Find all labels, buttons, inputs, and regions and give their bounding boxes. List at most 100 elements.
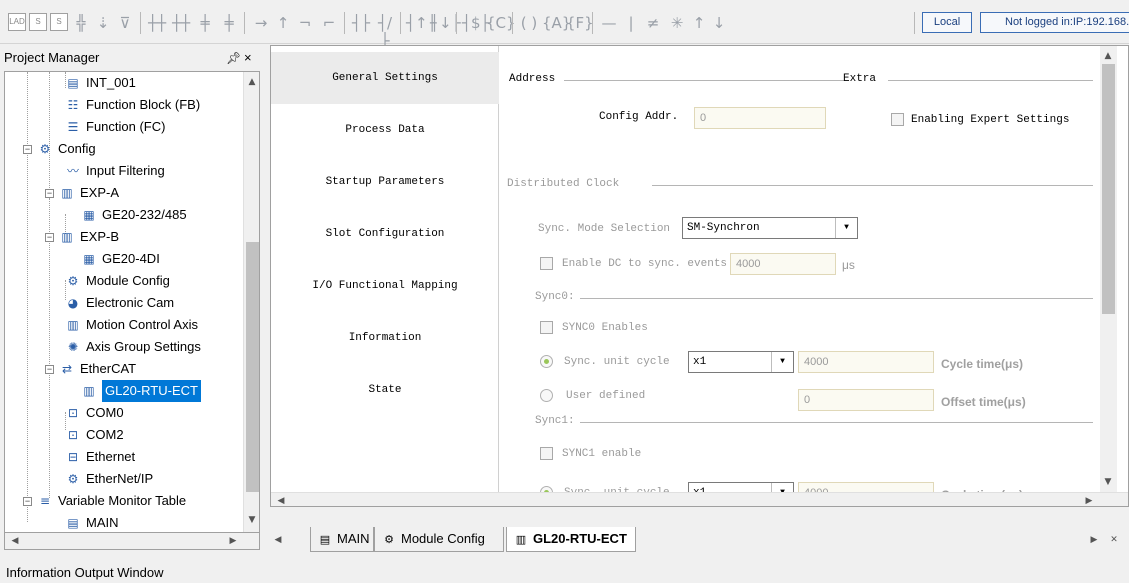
tab-module-config[interactable]: ⚙ Module Config xyxy=(374,527,504,552)
down-arrow-icon[interactable]: ↓ xyxy=(710,14,728,32)
ladder-icon[interactable]: LAD xyxy=(8,13,26,31)
tab-main[interactable]: ▤ MAIN xyxy=(310,527,374,552)
scroll-left-icon[interactable]: ◀ xyxy=(273,493,289,506)
falling-edge-icon[interactable]: ┤↓├ xyxy=(430,14,461,32)
nav-state[interactable]: State xyxy=(271,364,499,416)
tab-menu-icon[interactable]: ▶ xyxy=(1086,532,1102,548)
user-defined-radio[interactable] xyxy=(540,389,553,402)
nav-startup-parameters[interactable]: Startup Parameters xyxy=(271,156,499,208)
enable-dc-field[interactable]: 4000 xyxy=(730,253,836,275)
up-arrow-icon[interactable]: ↑ xyxy=(690,14,708,32)
parallel4-icon[interactable]: ╪ xyxy=(218,14,240,32)
config-addr-field[interactable]: 0 xyxy=(694,107,826,129)
tree-scroll-thumb[interactable] xyxy=(246,242,259,492)
scroll-right-icon[interactable]: ▶ xyxy=(1081,493,1097,506)
coil-icon[interactable]: ⇣ xyxy=(94,14,112,32)
scroll-up-icon[interactable]: ▲ xyxy=(244,74,259,90)
expert-settings-checkbox[interactable] xyxy=(891,113,904,126)
enable-dc-checkbox[interactable] xyxy=(540,257,553,270)
sync1-enable-checkbox[interactable] xyxy=(540,447,553,460)
sync0-multiplier-select[interactable]: x1 ▼ xyxy=(688,351,794,373)
scroll-left-icon[interactable]: ◀ xyxy=(7,533,23,549)
stl-icon[interactable]: S xyxy=(29,13,47,31)
tree-item-ge20-4di[interactable]: ▦ GE20-4DI xyxy=(81,248,159,270)
tree-item-com0[interactable]: ⊡ COM0 xyxy=(65,402,124,424)
cross-icon[interactable]: ✳ xyxy=(666,14,688,32)
pulse-icon[interactable]: ┤$├ xyxy=(462,14,490,32)
tree-item-main-table[interactable]: ▤ MAIN xyxy=(65,512,118,532)
tree-item-com2[interactable]: ⊡ COM2 xyxy=(65,424,124,446)
pin-icon[interactable]: 📌︎ xyxy=(226,45,241,71)
tree-item-config[interactable]: − ⚙ Config xyxy=(23,138,96,160)
tree-item-ethernet[interactable]: ⊟ Ethernet xyxy=(65,446,135,468)
nav-information[interactable]: Information xyxy=(271,312,499,364)
collapse-icon[interactable]: − xyxy=(45,364,54,374)
inst-f-icon[interactable]: {F} xyxy=(566,14,594,32)
sync0-unit-cycle-radio[interactable] xyxy=(540,355,553,368)
config-horizontal-scrollbar[interactable]: ◀ ▶ xyxy=(271,492,1128,506)
tree-item-input-filtering[interactable]: 〰 Input Filtering xyxy=(65,160,165,182)
sync0-cycle-time-label: Cycle time(μs) xyxy=(941,357,1024,371)
branch-end-icon[interactable]: ⌐ xyxy=(318,14,340,32)
nc-contact-icon[interactable]: ┤/├ xyxy=(374,14,396,50)
contact-icon[interactable]: ╬ xyxy=(72,14,90,32)
parallel2-icon[interactable]: ┼┼ xyxy=(170,14,192,32)
tree-item-axis-group-settings[interactable]: ✺ Axis Group Settings xyxy=(65,336,201,358)
collapse-icon[interactable]: − xyxy=(45,232,54,242)
tree-item-motion-control-axis[interactable]: ▥ Motion Control Axis xyxy=(65,314,198,336)
rising-edge-icon[interactable]: ┤↑├ xyxy=(406,14,437,32)
hline-icon[interactable]: → xyxy=(250,14,272,32)
config-vertical-scrollbar[interactable]: ▲ ▼ xyxy=(1100,46,1117,492)
tree-item-ethercat[interactable]: − ⇄ EtherCAT xyxy=(45,358,136,380)
sfc-icon[interactable]: S xyxy=(50,13,68,31)
tree-item-function[interactable]: ☰ Function (FC) xyxy=(65,116,166,138)
scroll-down-icon[interactable]: ▼ xyxy=(244,512,259,528)
collapse-icon[interactable]: − xyxy=(45,188,54,198)
offset-field[interactable]: 0 xyxy=(798,389,934,411)
tree-vertical-scrollbar[interactable]: ▲ ▼ xyxy=(243,72,259,532)
tree-item-electronic-cam[interactable]: ◕ Electronic Cam xyxy=(65,292,174,314)
parallel3-icon[interactable]: ╪ xyxy=(194,14,216,32)
hline2-icon[interactable]: — xyxy=(598,14,620,32)
tab-close-icon[interactable]: ✕ xyxy=(1106,532,1122,548)
tree-item-variable-monitor-table[interactable]: − ≡ Variable Monitor Table xyxy=(23,490,186,512)
sync-mode-select[interactable]: SM-Synchron ▼ xyxy=(682,217,858,239)
scroll-up-icon[interactable]: ▲ xyxy=(1100,48,1116,64)
ne-icon[interactable]: ≠ xyxy=(642,14,664,32)
tree-item-exp-b[interactable]: − ▥ EXP-B xyxy=(45,226,119,248)
collapse-icon[interactable]: − xyxy=(23,496,32,506)
no-contact-icon[interactable]: ┤├ xyxy=(350,14,372,32)
branch-icon[interactable]: ¬ xyxy=(294,14,316,32)
nav-slot-configuration[interactable]: Slot Configuration xyxy=(271,208,499,260)
scroll-right-icon[interactable]: ▶ xyxy=(225,533,241,549)
nav-process-data[interactable]: Process Data xyxy=(271,104,499,156)
tab-scroll-left-icon[interactable]: ◀ xyxy=(270,532,286,548)
tree-item-function-block[interactable]: ☷ Function Block (FB) xyxy=(65,94,201,116)
inst-a-icon[interactable]: {A} xyxy=(542,14,571,32)
tree-item-module-config[interactable]: ⚙ Module Config xyxy=(65,270,170,292)
bracket-icon[interactable]: ( ) xyxy=(518,14,540,32)
tree-horizontal-scrollbar[interactable]: ◀ ▶ xyxy=(4,533,260,550)
close-icon[interactable]: × xyxy=(244,45,252,71)
nav-io-functional-mapping[interactable]: I/O Functional Mapping xyxy=(271,260,499,312)
tree-item-ge20-232[interactable]: ▦ GE20-232/485 xyxy=(81,204,186,226)
tree-item-exp-a[interactable]: − ▥ EXP-A xyxy=(45,182,119,204)
tree-item-gl20-rtu-ect[interactable]: ▥ GL20-RTU-ECT xyxy=(81,380,201,402)
config-scroll-thumb[interactable] xyxy=(1102,64,1115,314)
vline-icon[interactable]: ↑ xyxy=(274,14,292,32)
information-output-window[interactable]: Information Output Window xyxy=(0,562,1129,583)
sync0-cycle-field[interactable]: 4000 xyxy=(798,351,934,373)
tree-item-ethernet-ip[interactable]: ⚙ EtherNet/IP xyxy=(65,468,154,490)
scroll-down-icon[interactable]: ▼ xyxy=(1100,474,1116,490)
collapse-icon[interactable]: − xyxy=(23,144,32,154)
function-icon[interactable]: {C} xyxy=(486,14,516,32)
negated-coil-icon[interactable]: ⊽ xyxy=(116,14,134,32)
parallel-icon[interactable]: ┼┼ xyxy=(146,14,168,32)
vline2-icon[interactable]: | xyxy=(622,14,640,32)
nav-general-settings[interactable]: General Settings xyxy=(271,52,499,104)
tree-item-int001[interactable]: ▤ INT_001 xyxy=(65,72,136,94)
local-button[interactable]: Local xyxy=(922,12,972,33)
sync0-enable-checkbox[interactable] xyxy=(540,321,553,334)
tab-gl20-rtu-ect[interactable]: ▥ GL20-RTU-ECT xyxy=(506,527,636,552)
dc-section-title: Distributed Clock xyxy=(507,178,620,190)
